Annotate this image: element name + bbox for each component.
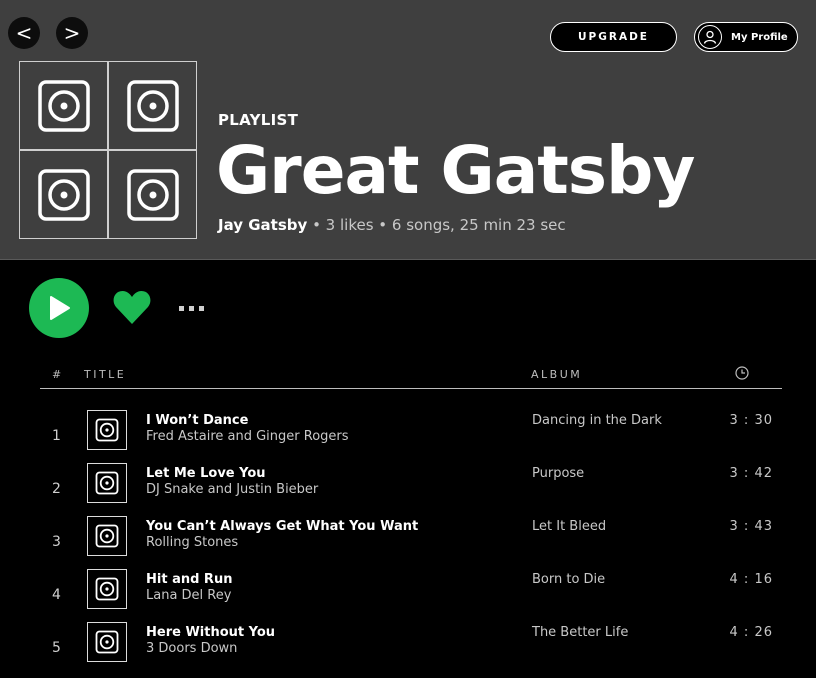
back-button[interactable]: < — [8, 17, 40, 49]
track-number: 5 — [52, 640, 61, 656]
speaker-icon — [108, 150, 197, 239]
track-artist[interactable]: 3 Doors Down — [146, 641, 237, 656]
track-number: 2 — [52, 481, 61, 497]
track-title[interactable]: Hit and Run — [146, 572, 232, 587]
column-header-number: # — [52, 368, 62, 381]
table-row[interactable]: 4 Hit and Run Lana Del Rey Born to Die 4… — [40, 569, 782, 625]
speaker-icon — [19, 150, 108, 239]
track-number: 3 — [52, 534, 61, 550]
track-table-header: # TITLE ALBUM — [40, 366, 782, 389]
track-duration: 4 : 16 — [729, 572, 773, 587]
speaker-icon — [87, 569, 127, 609]
speaker-icon — [87, 516, 127, 556]
more-icon-dot — [199, 305, 204, 311]
track-title[interactable]: Here Without You — [146, 625, 275, 640]
playlist-meta: Jay Gatsby • 3 likes • 6 songs, 25 min 2… — [218, 216, 566, 234]
speaker-icon — [19, 61, 108, 150]
clock-icon[interactable] — [735, 366, 749, 380]
more-icon-dot — [179, 305, 184, 311]
playlist-cover — [19, 61, 197, 239]
more-options-button[interactable] — [179, 299, 215, 317]
track-title[interactable]: Let Me Love You — [146, 466, 266, 481]
playlist-title: Great Gatsby — [216, 132, 695, 209]
speaker-icon — [87, 622, 127, 662]
user-icon — [698, 25, 722, 49]
like-button[interactable] — [112, 289, 152, 325]
heart-icon — [113, 291, 151, 324]
column-header-album[interactable]: ALBUM — [531, 368, 582, 381]
track-artist[interactable]: Fred Astaire and Ginger Rogers — [146, 429, 349, 444]
table-row[interactable]: 1 I Won’t Dance Fred Astaire and Ginger … — [40, 410, 782, 466]
upgrade-button[interactable]: UPGRADE — [550, 22, 677, 52]
profile-button[interactable]: My Profile — [694, 22, 798, 52]
more-icon-dot — [189, 305, 194, 311]
column-header-title[interactable]: TITLE — [84, 368, 126, 381]
track-title[interactable]: You Can’t Always Get What You Want — [146, 519, 418, 534]
track-album[interactable]: Let It Bleed — [532, 519, 606, 534]
forward-button[interactable]: > — [56, 17, 88, 49]
track-duration: 3 : 30 — [729, 413, 773, 428]
speaker-icon — [87, 410, 127, 450]
table-row[interactable]: 5 Here Without You 3 Doors Down The Bett… — [40, 622, 782, 678]
track-number: 1 — [52, 428, 61, 444]
track-title[interactable]: I Won’t Dance — [146, 413, 248, 428]
playlist-type-label: PLAYLIST — [218, 111, 299, 129]
track-duration: 4 : 26 — [729, 625, 773, 640]
track-album[interactable]: Born to Die — [532, 572, 605, 587]
track-album[interactable]: Purpose — [532, 466, 584, 481]
track-duration: 3 : 42 — [729, 466, 773, 481]
play-button[interactable] — [29, 278, 89, 338]
track-artist[interactable]: Lana Del Rey — [146, 588, 231, 603]
track-number: 4 — [52, 587, 61, 603]
playlist-owner[interactable]: Jay Gatsby — [218, 216, 307, 234]
track-album[interactable]: The Better Life — [532, 625, 628, 640]
play-icon — [50, 296, 70, 320]
table-row[interactable]: 2 Let Me Love You DJ Snake and Justin Bi… — [40, 463, 782, 519]
table-row[interactable]: 3 You Can’t Always Get What You Want Rol… — [40, 516, 782, 572]
profile-label: My Profile — [731, 31, 788, 43]
playlist-stats: • 3 likes • 6 songs, 25 min 23 sec — [307, 216, 566, 234]
playlist-header: < > UPGRADE My Profile PLAYLIST Great Ga… — [0, 0, 816, 260]
track-duration: 3 : 43 — [729, 519, 773, 534]
speaker-icon — [108, 61, 197, 150]
track-artist[interactable]: Rolling Stones — [146, 535, 238, 550]
speaker-icon — [87, 463, 127, 503]
track-album[interactable]: Dancing in the Dark — [532, 413, 662, 428]
track-artist[interactable]: DJ Snake and Justin Bieber — [146, 482, 318, 497]
